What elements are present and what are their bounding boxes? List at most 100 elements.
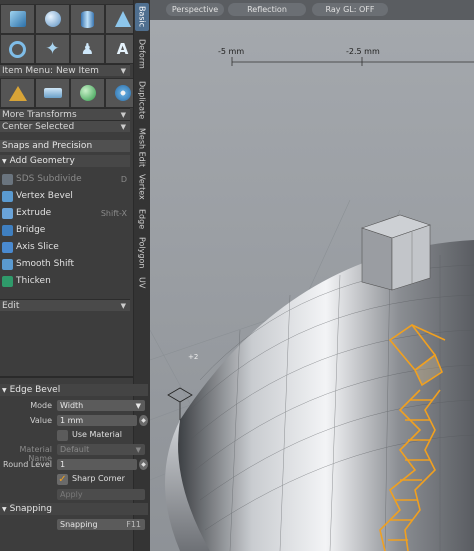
- vertex-bevel-icon: [2, 190, 13, 202]
- tool-label: SDS Subdivide: [16, 174, 82, 184]
- round-level-stepper-icon[interactable]: ◆: [139, 459, 148, 470]
- shortcut-hint: F11: [126, 520, 141, 529]
- scene-canvas: [150, 20, 474, 551]
- sphere-green-icon: [79, 85, 96, 101]
- add-geometry-label: Add Geometry: [9, 156, 75, 166]
- edge-bevel-title: Edge Bevel: [9, 385, 61, 395]
- tab-deform[interactable]: Deform: [135, 36, 149, 72]
- tab-vertex[interactable]: Vertex: [135, 170, 149, 204]
- material-name-select[interactable]: Default ▼: [57, 444, 145, 455]
- tab-polygon[interactable]: Polygon: [135, 235, 149, 271]
- more-transforms-dropdown[interactable]: More Transforms ▼: [0, 108, 130, 120]
- apply-button[interactable]: Apply: [57, 489, 145, 500]
- round-level-value: 1: [60, 460, 66, 469]
- rotate-tool-button[interactable]: [35, 78, 70, 108]
- round-level-input[interactable]: 1: [57, 459, 137, 470]
- move-tool-button[interactable]: [0, 78, 35, 108]
- mode-value: Width: [60, 401, 84, 410]
- tab-edge[interactable]: Edge: [135, 206, 149, 232]
- text-a-icon: A: [116, 39, 129, 58]
- cube-icon: [9, 11, 26, 27]
- tool-label: Bridge: [16, 225, 46, 235]
- move-gizmo-icon: [8, 85, 27, 101]
- smooth-shift-icon: [2, 258, 13, 270]
- center-selected-label: Center Selected: [2, 121, 75, 132]
- chevron-down-icon: ▼: [135, 445, 141, 454]
- tool-label: Smooth Shift: [16, 259, 75, 269]
- tool-label: Thicken: [16, 276, 51, 286]
- sds-subdivide-icon: [2, 173, 13, 185]
- use-material-checkbox[interactable]: [57, 430, 68, 441]
- chevron-down-icon: ▼: [120, 301, 126, 310]
- axis-slice-button[interactable]: Axis Slice: [0, 239, 130, 255]
- sds-subdivide-button[interactable]: SDS Subdivide D: [0, 171, 130, 187]
- thicken-icon: [2, 275, 13, 287]
- star-icon: ✦: [45, 38, 60, 59]
- torus-tool-button[interactable]: [0, 34, 35, 64]
- triangle-down-icon: ▼: [2, 505, 7, 513]
- primitive-icon-row: [0, 4, 140, 34]
- center-selected-dropdown[interactable]: Center Selected ▼: [0, 120, 130, 132]
- tool-label: Extrude: [16, 208, 52, 218]
- edit-dropdown[interactable]: Edit ▼: [0, 299, 130, 311]
- tab-uv[interactable]: UV: [135, 274, 149, 292]
- sharp-corner-label: Sharp Corner: [72, 474, 125, 483]
- tool-label: Axis Slice: [16, 242, 59, 252]
- bell-icon: ♟: [80, 39, 95, 58]
- pen-tool-button[interactable]: ✦: [35, 34, 70, 64]
- extrude-button[interactable]: Extrude Shift-X: [0, 205, 130, 221]
- smooth-shift-button[interactable]: Smooth Shift: [0, 256, 130, 272]
- panel-divider: [0, 376, 148, 378]
- bridge-icon: [2, 224, 13, 236]
- chevron-down-icon: ▼: [120, 122, 126, 131]
- chevron-down-icon: ▼: [135, 401, 141, 410]
- sphere-icon: [44, 11, 61, 27]
- triangle-down-icon: ▼: [2, 157, 7, 165]
- triangle-down-icon: ▼: [2, 386, 7, 394]
- cylinder-tool-button[interactable]: [70, 4, 105, 34]
- bridge-button[interactable]: Bridge: [0, 222, 130, 238]
- tab-basic[interactable]: Basic: [135, 3, 149, 31]
- sharp-corner-checkbox[interactable]: ✓: [57, 474, 68, 485]
- round-level-label: Round Level: [3, 460, 52, 469]
- extrude-icon: [2, 207, 13, 219]
- value-label: Value: [30, 416, 52, 425]
- scale-tool-button[interactable]: [70, 78, 105, 108]
- value-value: 1 mm: [60, 416, 84, 425]
- tab-duplicate[interactable]: Duplicate: [135, 76, 149, 124]
- snaps-and-precision-label: Snaps and Precision: [2, 141, 93, 151]
- ruler-label-right: -2.5 mm: [346, 47, 380, 56]
- edit-label: Edit: [2, 300, 20, 311]
- snapping-button[interactable]: Snapping F11: [57, 519, 145, 530]
- snaps-and-precision-header[interactable]: Snaps and Precision: [0, 140, 130, 152]
- tab-mesh-edit[interactable]: Mesh Edit: [135, 126, 149, 170]
- bezier-tool-button[interactable]: ♟: [70, 34, 105, 64]
- shortcut-hint: Shift-X: [100, 208, 127, 218]
- mode-label: Mode: [30, 401, 52, 410]
- transform-icon-row: [0, 78, 140, 108]
- 3d-viewport[interactable]: Perspective Reflection Ray GL: OFF -5 mm…: [150, 0, 474, 551]
- snapping-header[interactable]: ▼ Snapping: [0, 503, 148, 515]
- snapping-label: Snapping: [60, 520, 98, 529]
- torus-icon: [9, 40, 26, 58]
- snapping-title: Snapping: [9, 504, 52, 514]
- mode-select[interactable]: Width ▼: [57, 400, 145, 411]
- add-geometry-header[interactable]: ▼ Add Geometry: [0, 155, 130, 167]
- grid-scale-label: +2: [188, 353, 199, 361]
- ruler-label-left: -5 mm: [218, 47, 245, 56]
- vertex-bevel-button[interactable]: Vertex Bevel: [0, 188, 130, 204]
- chevron-down-icon: ▼: [120, 66, 126, 75]
- cone-icon: [114, 11, 131, 27]
- sphere-tool-button[interactable]: [35, 4, 70, 34]
- value-stepper-icon[interactable]: ◆: [139, 415, 148, 426]
- use-material-label: Use Material: [72, 430, 122, 439]
- tool-label: Vertex Bevel: [16, 191, 73, 201]
- cube-tool-button[interactable]: [0, 4, 35, 34]
- shortcut-hint: D: [120, 174, 127, 184]
- item-menu-dropdown[interactable]: Item Menu: New Item ▼: [0, 64, 130, 76]
- value-input[interactable]: 1 mm: [57, 415, 137, 426]
- cube-mesh: [361, 214, 431, 291]
- edge-bevel-header[interactable]: ▼ Edge Bevel: [0, 384, 148, 396]
- checkmark-icon: ✓: [58, 473, 67, 485]
- thicken-button[interactable]: Thicken: [0, 273, 130, 289]
